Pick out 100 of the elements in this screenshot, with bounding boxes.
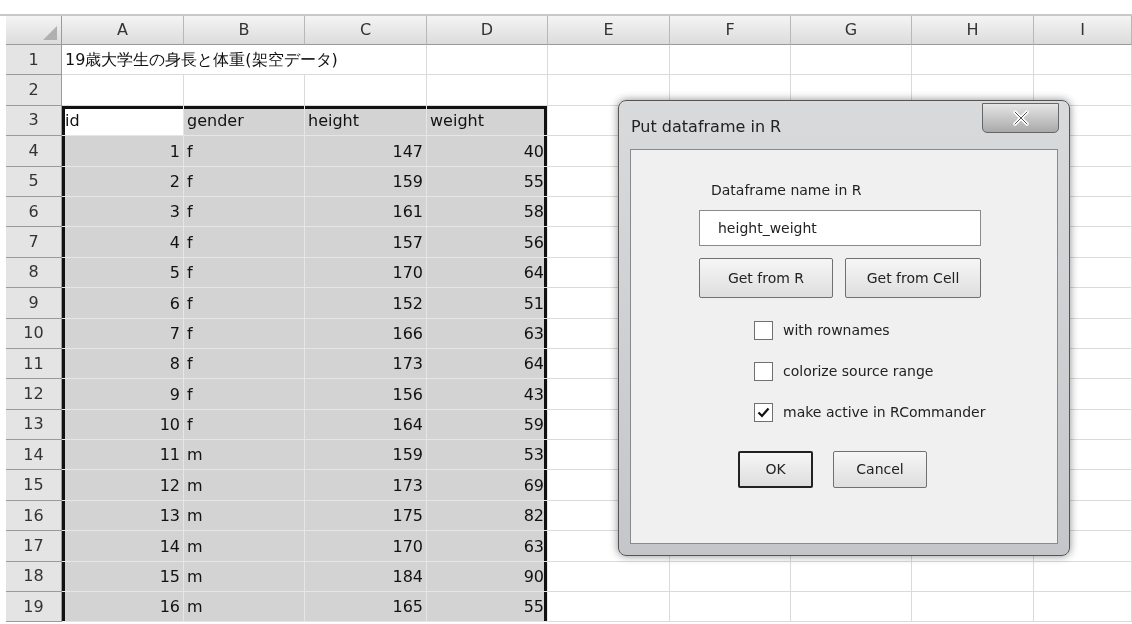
row-header[interactable]: 14 [6, 440, 62, 471]
table-cell[interactable]: 14 [62, 531, 184, 562]
checkbox[interactable] [754, 362, 773, 381]
table-cell[interactable]: 12 [62, 470, 184, 501]
column-header[interactable]: A [62, 16, 184, 45]
table-cell[interactable] [548, 45, 670, 76]
column-header[interactable]: E [548, 16, 670, 45]
table-cell[interactable]: 159 [305, 166, 427, 197]
table-cell[interactable]: 56 [427, 227, 548, 258]
table-cell[interactable] [791, 45, 912, 76]
table-cell[interactable]: f [184, 379, 305, 410]
table-cell[interactable]: 64 [427, 348, 548, 380]
row-header[interactable]: 1 [6, 45, 62, 76]
table-cell[interactable]: 8 [62, 348, 184, 380]
row-header[interactable]: 9 [6, 288, 62, 319]
table-cell[interactable]: gender [184, 105, 305, 137]
column-header[interactable]: H [912, 16, 1034, 45]
table-cell[interactable]: 170 [305, 531, 427, 562]
dialog-button[interactable]: Get from R [699, 258, 833, 298]
checkbox[interactable] [754, 321, 773, 340]
table-cell[interactable]: f [184, 288, 305, 319]
table-cell[interactable] [670, 45, 791, 76]
column-header[interactable]: D [427, 16, 548, 45]
dialog-button[interactable]: OK [738, 451, 813, 488]
checkbox[interactable] [754, 403, 773, 422]
table-cell[interactable]: 170 [305, 257, 427, 289]
table-cell[interactable]: 55 [427, 166, 548, 197]
row-header[interactable]: 12 [6, 379, 62, 410]
table-cell[interactable]: 2 [62, 166, 184, 197]
table-cell[interactable]: 63 [427, 318, 548, 349]
row-header[interactable]: 6 [6, 196, 62, 228]
table-cell[interactable]: 10 [62, 409, 184, 441]
table-cell[interactable]: 152 [305, 288, 427, 319]
table-cell[interactable]: 173 [305, 470, 427, 501]
table-cell[interactable] [427, 45, 548, 76]
table-cell[interactable] [791, 561, 912, 593]
dialog-button[interactable]: Cancel [833, 451, 927, 488]
row-header[interactable]: 5 [6, 166, 62, 197]
table-cell[interactable]: m [184, 592, 305, 623]
table-cell[interactable]: 157 [305, 227, 427, 258]
row-header[interactable]: 16 [6, 500, 62, 532]
table-cell[interactable]: 90 [427, 561, 548, 593]
table-cell[interactable]: 165 [305, 592, 427, 623]
table-cell[interactable]: 9 [62, 379, 184, 410]
table-cell[interactable]: 58 [427, 196, 548, 228]
table-cell[interactable]: 51 [427, 288, 548, 319]
row-header[interactable]: 7 [6, 227, 62, 258]
column-header[interactable]: G [791, 16, 912, 45]
table-cell[interactable] [912, 592, 1034, 623]
table-cell[interactable] [791, 592, 912, 623]
table-cell[interactable]: id [62, 105, 184, 137]
table-cell[interactable]: f [184, 257, 305, 289]
table-cell[interactable]: 59 [427, 409, 548, 441]
close-button[interactable] [982, 103, 1059, 133]
table-cell[interactable] [305, 75, 427, 106]
table-cell[interactable]: 55 [427, 592, 548, 623]
table-cell[interactable] [1034, 45, 1132, 76]
table-cell[interactable]: 13 [62, 500, 184, 532]
table-cell[interactable] [184, 75, 305, 106]
row-header[interactable]: 8 [6, 257, 62, 289]
table-cell[interactable]: f [184, 227, 305, 258]
row-header[interactable]: 3 [6, 105, 62, 137]
table-cell[interactable]: m [184, 470, 305, 501]
name-input-field[interactable]: height_weight [699, 210, 981, 246]
table-cell[interactable]: 6 [62, 288, 184, 319]
table-cell[interactable] [1034, 561, 1132, 593]
table-cell[interactable]: 7 [62, 318, 184, 349]
row-header[interactable]: 11 [6, 348, 62, 380]
table-cell[interactable]: 40 [427, 136, 548, 167]
column-header[interactable]: B [184, 16, 305, 45]
table-cell[interactable]: 164 [305, 409, 427, 441]
row-header[interactable]: 4 [6, 136, 62, 167]
table-cell[interactable]: 156 [305, 379, 427, 410]
table-cell[interactable]: 147 [305, 136, 427, 167]
dialog-button[interactable]: Get from Cell [845, 258, 981, 298]
row-header[interactable]: 10 [6, 318, 62, 349]
table-cell[interactable]: m [184, 531, 305, 562]
table-cell[interactable]: f [184, 196, 305, 228]
table-cell[interactable]: 5 [62, 257, 184, 289]
table-cell[interactable] [548, 592, 670, 623]
row-header[interactable]: 18 [6, 561, 62, 593]
table-cell[interactable]: m [184, 561, 305, 593]
table-cell[interactable]: 175 [305, 500, 427, 532]
table-cell[interactable]: f [184, 409, 305, 441]
row-header[interactable]: 13 [6, 409, 62, 441]
table-cell[interactable] [912, 45, 1034, 76]
table-cell[interactable]: 19歳大学生の身長と体重(架空データ) [62, 45, 427, 76]
table-cell[interactable] [670, 592, 791, 623]
row-header[interactable]: 17 [6, 531, 62, 562]
table-cell[interactable]: 161 [305, 196, 427, 228]
table-cell[interactable]: 82 [427, 500, 548, 532]
table-cell[interactable]: 16 [62, 592, 184, 623]
table-cell[interactable] [548, 561, 670, 593]
table-cell[interactable]: 166 [305, 318, 427, 349]
table-cell[interactable]: 43 [427, 379, 548, 410]
table-cell[interactable]: 11 [62, 440, 184, 471]
table-cell[interactable]: 159 [305, 440, 427, 471]
table-cell[interactable]: m [184, 440, 305, 471]
row-header[interactable]: 15 [6, 470, 62, 501]
table-cell[interactable]: 63 [427, 531, 548, 562]
